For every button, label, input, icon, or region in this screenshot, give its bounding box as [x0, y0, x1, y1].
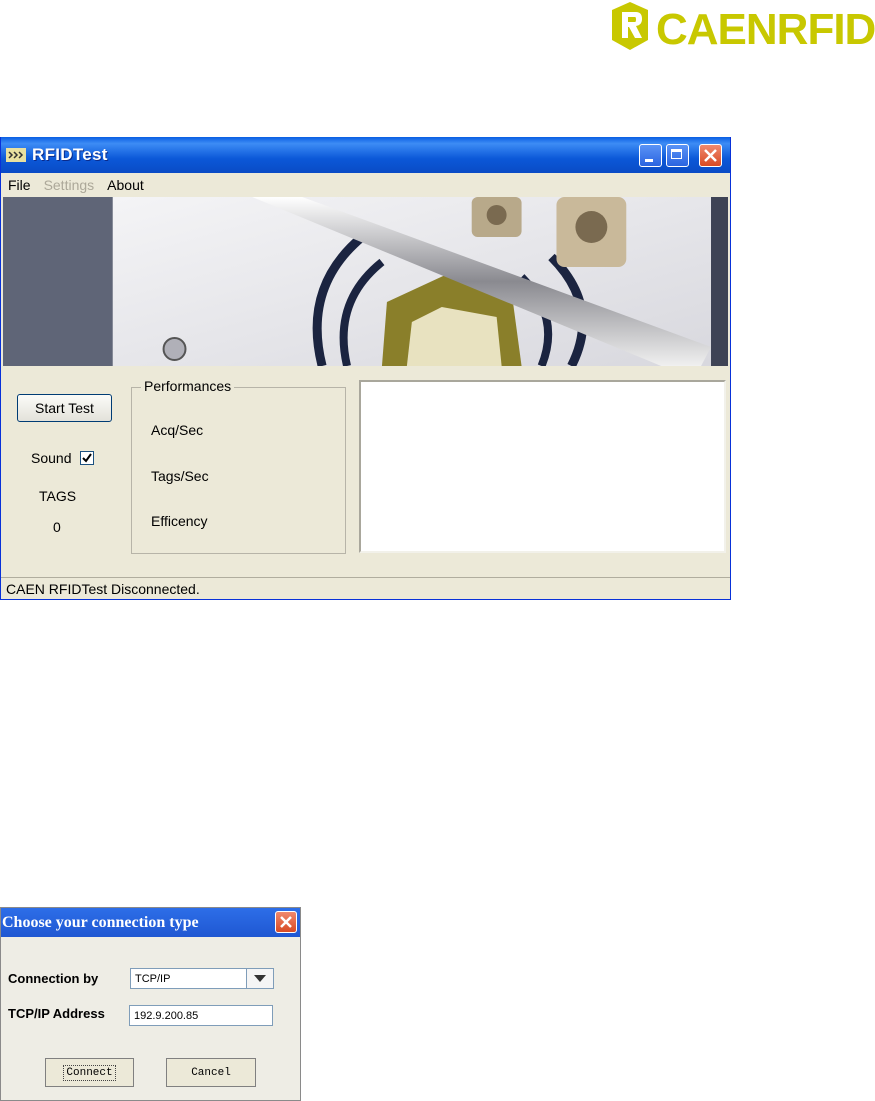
- rfidtest-window: RFIDTest File Settings About Start Test …: [0, 137, 731, 600]
- checkmark-icon: [82, 453, 92, 463]
- connection-type-select[interactable]: TCP/IP: [130, 968, 274, 989]
- efficiency-label: Efficency: [151, 513, 208, 529]
- maximize-button[interactable]: [666, 144, 689, 167]
- connection-by-label: Connection by: [8, 971, 99, 986]
- connection-dialog: Choose your connection type Connection b…: [0, 907, 301, 1101]
- menu-bar: File Settings About: [1, 173, 730, 197]
- performances-legend: Performances: [141, 378, 235, 394]
- tcp-ip-address-input[interactable]: [129, 1005, 273, 1026]
- caenrfid-logo: CAENRFID: [610, 0, 875, 52]
- tag-output-list[interactable]: [359, 380, 726, 553]
- dialog-close-button[interactable]: [275, 911, 297, 933]
- window-titlebar: RFIDTest: [1, 137, 730, 173]
- connection-type-value: TCP/IP: [135, 972, 171, 985]
- minimize-button[interactable]: [639, 144, 662, 167]
- menu-file[interactable]: File: [8, 177, 31, 193]
- sound-label: Sound: [31, 450, 72, 466]
- tags-sec-label: Tags/Sec: [151, 468, 209, 484]
- dropdown-arrow-icon[interactable]: [246, 969, 273, 988]
- status-bar: CAEN RFIDTest Disconnected.: [1, 577, 730, 599]
- dialog-title: Choose your connection type: [2, 913, 199, 931]
- menu-settings[interactable]: Settings: [44, 177, 95, 193]
- close-icon: [280, 916, 292, 928]
- close-icon: [704, 149, 717, 162]
- dialog-titlebar: Choose your connection type: [1, 908, 300, 937]
- cancel-button[interactable]: Cancel: [166, 1058, 256, 1087]
- svg-text:CAENRFID: CAENRFID: [656, 5, 875, 52]
- tags-label: TAGS: [39, 488, 77, 504]
- tcp-ip-address-label: TCP/IP Address: [8, 1006, 105, 1021]
- app-icon: [6, 148, 26, 162]
- performances-group: Performances Acq/Sec Tags/Sec Efficency: [131, 378, 346, 554]
- connect-button[interactable]: Connect: [45, 1058, 134, 1087]
- menu-about[interactable]: About: [107, 177, 144, 193]
- close-button[interactable]: [699, 144, 722, 167]
- control-panel: Start Test Sound TAGS 0 Performances Acq…: [1, 366, 730, 563]
- acq-sec-label: Acq/Sec: [151, 422, 204, 438]
- device-banner-image: [3, 197, 728, 366]
- tags-count: 0: [53, 519, 61, 535]
- start-test-button[interactable]: Start Test: [17, 394, 112, 422]
- connect-button-label: Connect: [63, 1064, 116, 1081]
- sound-checkbox[interactable]: [80, 451, 94, 465]
- window-title: RFIDTest: [32, 145, 108, 164]
